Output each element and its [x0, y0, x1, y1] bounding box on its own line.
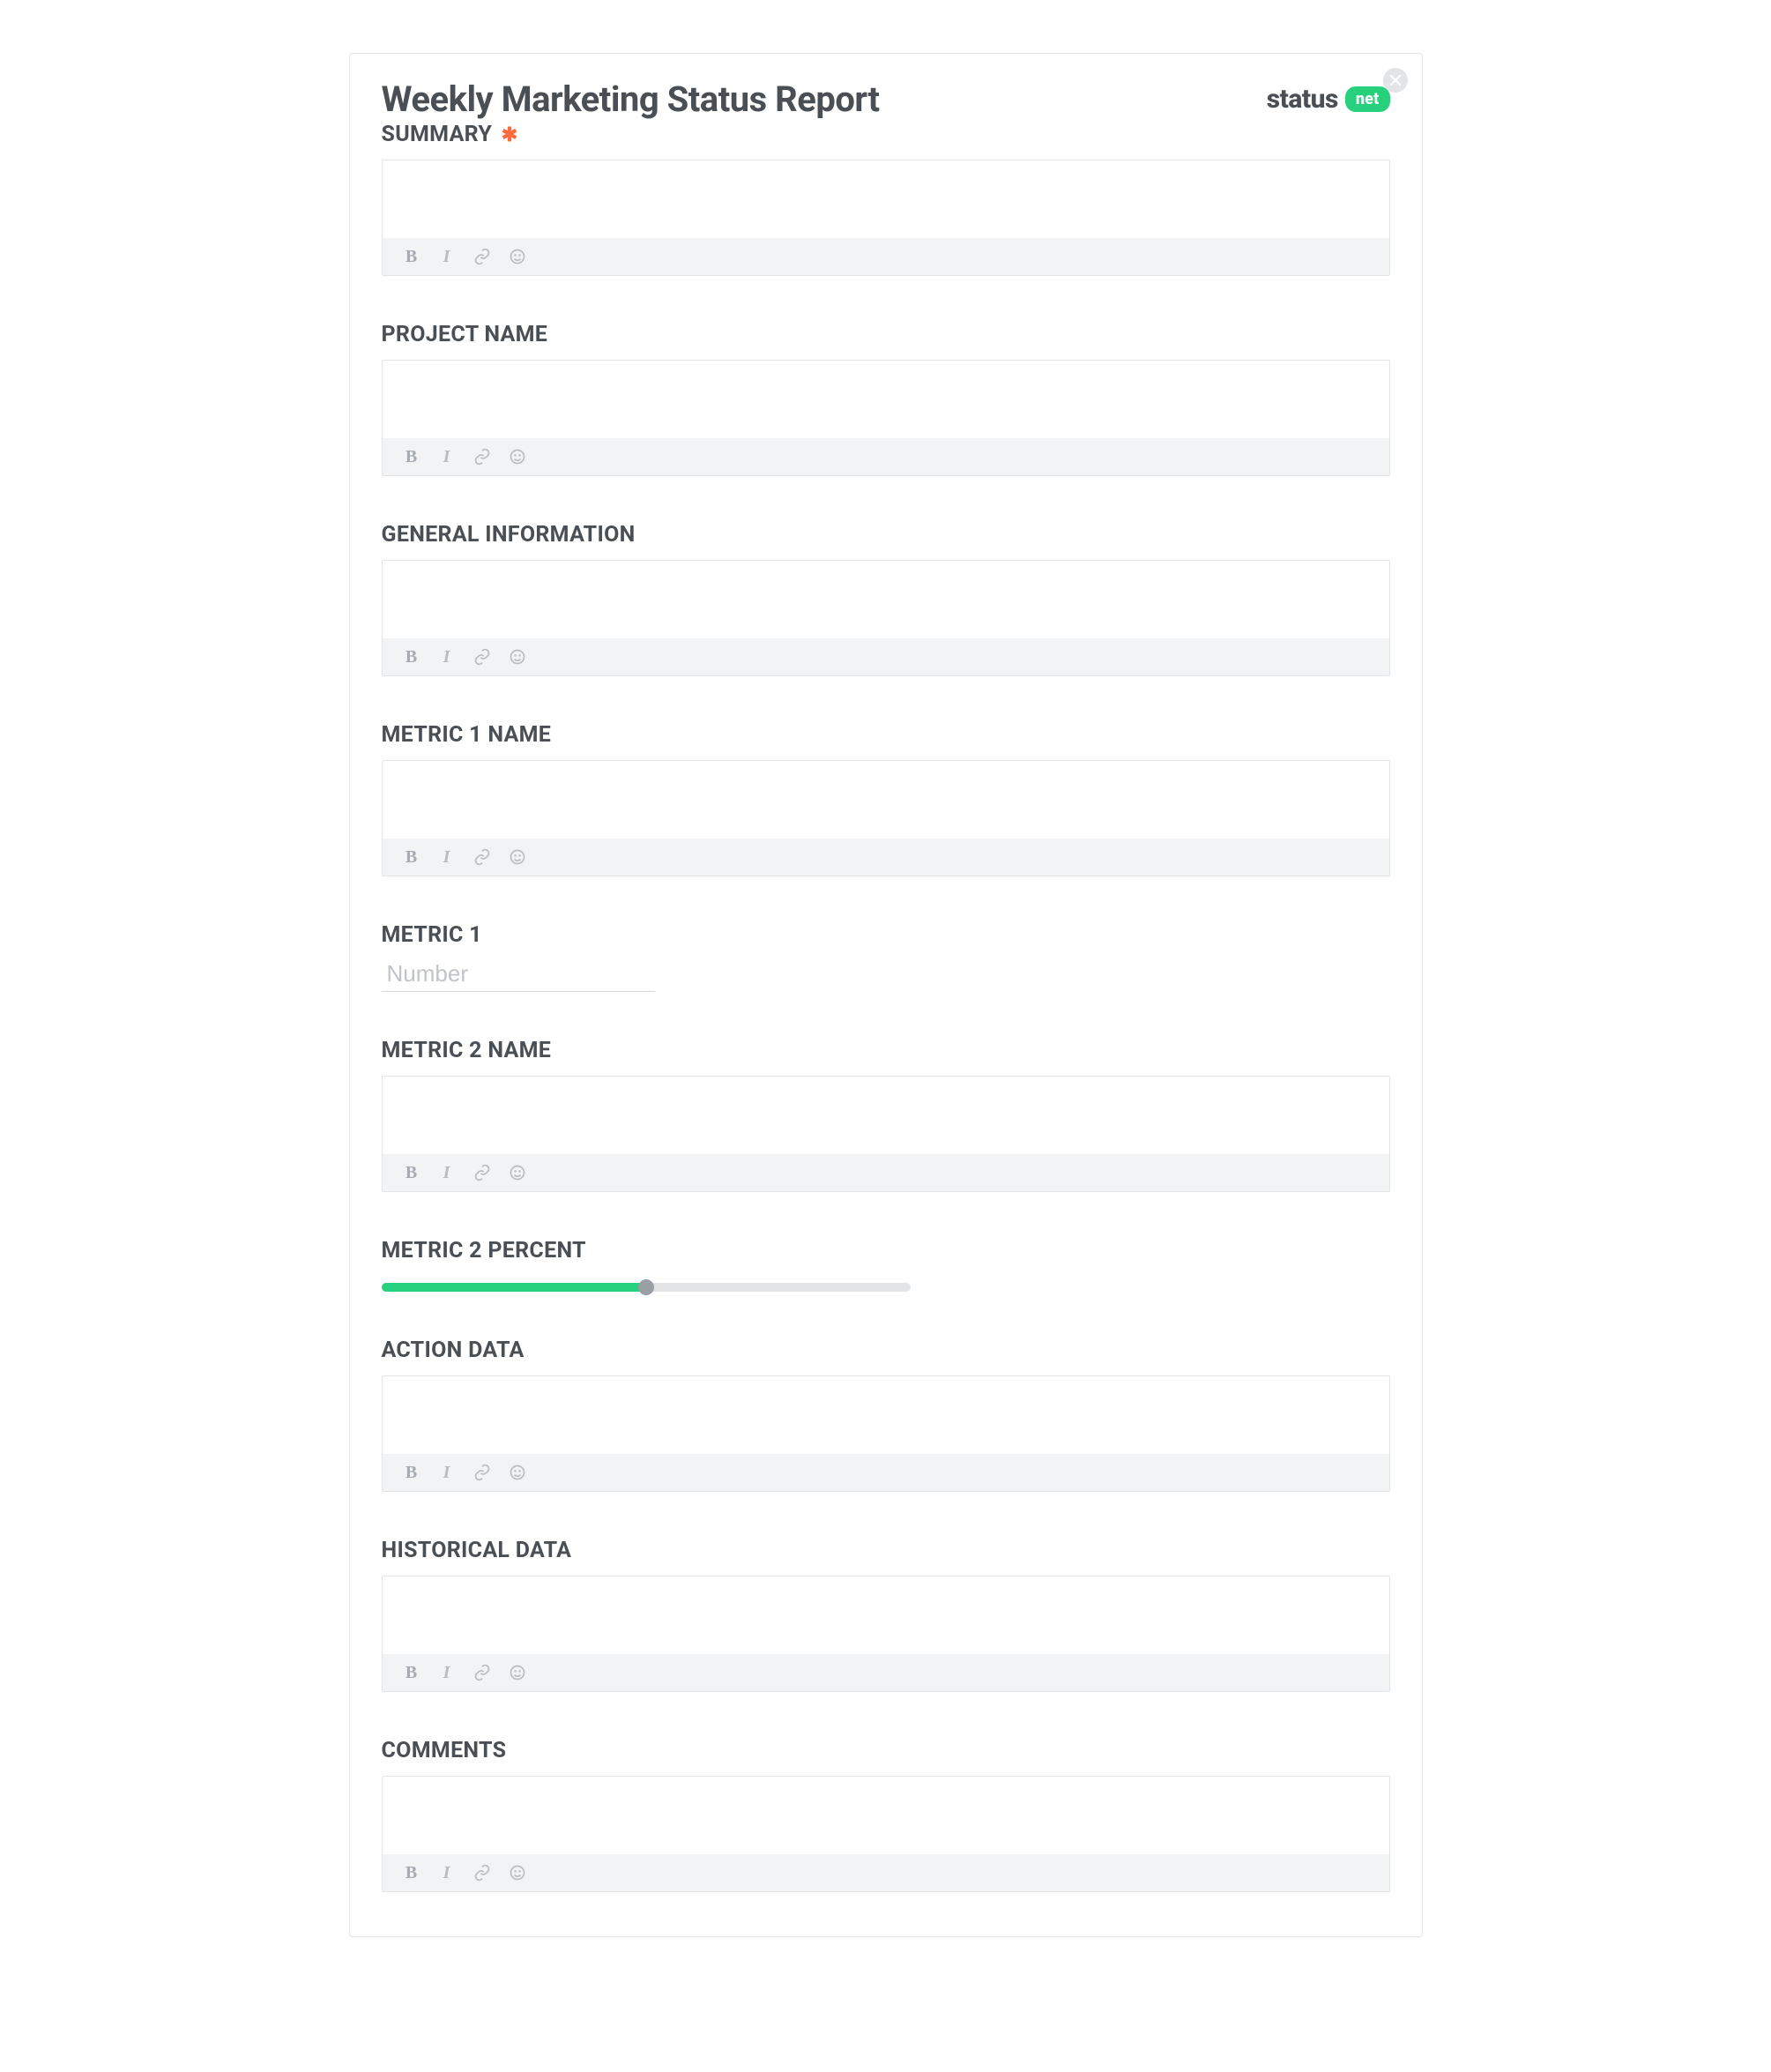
link-icon[interactable]	[473, 1863, 492, 1882]
field-general-info: B I	[382, 560, 1390, 676]
link-icon[interactable]	[473, 647, 492, 667]
toolbar-action-data: B I	[383, 1454, 1389, 1491]
label-action-data: ACTION DATA	[382, 1338, 1390, 1363]
report-form-card: Weekly Marketing Status Report status ne…	[349, 53, 1423, 1937]
section-metric1-name: METRIC 1 NAME B I	[382, 722, 1390, 876]
brand-badge: net	[1345, 86, 1390, 112]
bold-icon[interactable]: B	[402, 1163, 421, 1182]
label-general-info: GENERAL INFORMATION	[382, 522, 1390, 548]
field-action-data: B I	[382, 1375, 1390, 1492]
emoji-icon[interactable]	[508, 1863, 527, 1882]
emoji-icon[interactable]	[508, 647, 527, 667]
close-button[interactable]	[1383, 68, 1408, 93]
label-summary-text: SUMMARY	[382, 122, 493, 147]
emoji-icon[interactable]	[508, 1663, 527, 1682]
toolbar-metric2-name: B I	[383, 1154, 1389, 1191]
slider-metric2-percent[interactable]	[382, 1283, 911, 1292]
bold-icon[interactable]: B	[402, 647, 421, 667]
section-general-info: GENERAL INFORMATION B I	[382, 522, 1390, 676]
emoji-icon[interactable]	[508, 1463, 527, 1482]
label-metric2-percent: METRIC 2 PERCENT	[382, 1238, 1390, 1263]
italic-icon[interactable]: I	[437, 1463, 457, 1482]
toolbar-general-info: B I	[383, 638, 1389, 675]
italic-icon[interactable]: I	[437, 847, 457, 867]
brand-logo: status net	[1267, 84, 1390, 115]
field-metric1	[382, 960, 655, 992]
field-comments: B I	[382, 1776, 1390, 1892]
input-action-data[interactable]	[383, 1376, 1389, 1450]
toolbar-comments: B I	[383, 1854, 1389, 1891]
toolbar-project-name: B I	[383, 438, 1389, 475]
slider-thumb[interactable]	[638, 1279, 654, 1295]
link-icon[interactable]	[473, 1163, 492, 1182]
link-icon[interactable]	[473, 847, 492, 867]
section-comments: COMMENTS B I	[382, 1738, 1390, 1892]
section-summary: SUMMARY ✱ B I	[382, 122, 1390, 276]
field-metric1-name: B I	[382, 760, 1390, 876]
toolbar-historical-data: B I	[383, 1654, 1389, 1691]
toolbar-summary: B I	[383, 238, 1389, 275]
slider-fill	[382, 1283, 646, 1292]
bold-icon[interactable]: B	[402, 447, 421, 466]
page-title: Weekly Marketing Status Report	[382, 78, 880, 120]
input-metric2-name[interactable]	[383, 1077, 1389, 1151]
brand-text: status	[1267, 84, 1338, 115]
bold-icon[interactable]: B	[402, 1863, 421, 1882]
required-star-icon: ✱	[502, 124, 518, 146]
section-project-name: PROJECT NAME B I	[382, 322, 1390, 476]
section-metric1: METRIC 1	[382, 922, 1390, 992]
bold-icon[interactable]: B	[402, 1663, 421, 1682]
italic-icon[interactable]: I	[437, 1863, 457, 1882]
label-metric1-name: METRIC 1 NAME	[382, 722, 1390, 748]
label-metric1: METRIC 1	[382, 922, 1390, 948]
label-metric2-name: METRIC 2 NAME	[382, 1038, 1390, 1063]
input-historical-data[interactable]	[383, 1576, 1389, 1651]
emoji-icon[interactable]	[508, 247, 527, 266]
toolbar-metric1-name: B I	[383, 838, 1389, 876]
section-historical-data: HISTORICAL DATA B I	[382, 1538, 1390, 1692]
label-project-name: PROJECT NAME	[382, 322, 1390, 347]
field-historical-data: B I	[382, 1576, 1390, 1692]
emoji-icon[interactable]	[508, 447, 527, 466]
bold-icon[interactable]: B	[402, 247, 421, 266]
italic-icon[interactable]: I	[437, 247, 457, 266]
header-row: Weekly Marketing Status Report status ne…	[382, 78, 1390, 120]
link-icon[interactable]	[473, 1663, 492, 1682]
bold-icon[interactable]: B	[402, 1463, 421, 1482]
bold-icon[interactable]: B	[402, 847, 421, 867]
input-project-name[interactable]	[383, 361, 1389, 435]
input-summary[interactable]	[383, 160, 1389, 235]
italic-icon[interactable]: I	[437, 647, 457, 667]
label-summary: SUMMARY ✱	[382, 122, 1390, 147]
input-general-info[interactable]	[383, 561, 1389, 635]
label-comments: COMMENTS	[382, 1738, 1390, 1763]
italic-icon[interactable]: I	[437, 1663, 457, 1682]
input-metric1[interactable]	[387, 960, 650, 988]
link-icon[interactable]	[473, 447, 492, 466]
italic-icon[interactable]: I	[437, 1163, 457, 1182]
section-action-data: ACTION DATA B I	[382, 1338, 1390, 1492]
emoji-icon[interactable]	[508, 847, 527, 867]
field-summary: B I	[382, 160, 1390, 276]
field-project-name: B I	[382, 360, 1390, 476]
emoji-icon[interactable]	[508, 1163, 527, 1182]
close-icon	[1390, 72, 1401, 89]
input-comments[interactable]	[383, 1777, 1389, 1851]
link-icon[interactable]	[473, 1463, 492, 1482]
section-metric2-name: METRIC 2 NAME B I	[382, 1038, 1390, 1192]
input-metric1-name[interactable]	[383, 761, 1389, 835]
label-historical-data: HISTORICAL DATA	[382, 1538, 1390, 1563]
italic-icon[interactable]: I	[437, 447, 457, 466]
field-metric2-name: B I	[382, 1076, 1390, 1192]
section-metric2-percent: METRIC 2 PERCENT	[382, 1238, 1390, 1292]
link-icon[interactable]	[473, 247, 492, 266]
